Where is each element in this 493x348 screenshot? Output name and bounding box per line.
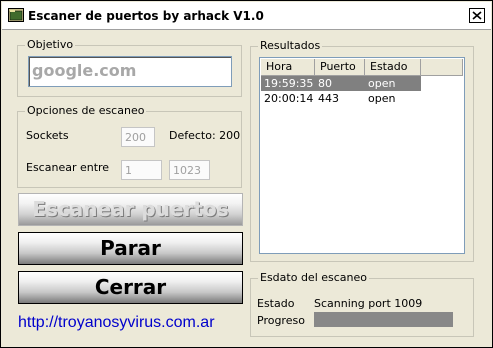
row-estado: open — [368, 92, 396, 105]
result-row[interactable]: 19:59:35 80 open — [261, 76, 421, 91]
folder-app-icon — [8, 8, 24, 22]
results-list[interactable]: Hora Puerto Estado 19:59:35 80 open 20:0… — [259, 57, 465, 254]
range-end-input[interactable] — [170, 162, 209, 179]
column-hora[interactable]: Hora — [261, 59, 315, 76]
stop-button[interactable]: Parar — [18, 232, 243, 265]
column-estado[interactable]: Estado — [365, 59, 421, 76]
window-title: Escaner de puertos by arhack V1.0 — [28, 9, 264, 23]
status-value: Scanning port 1009 — [314, 297, 423, 310]
row-puerto: 443 — [318, 92, 339, 105]
estado-group-label: Esdato del escaneo — [258, 271, 370, 284]
scan-range-label: Escanear entre — [26, 161, 110, 174]
scan-progress-bar — [314, 312, 453, 327]
close-icon — [472, 11, 482, 20]
close-button[interactable] — [469, 8, 485, 23]
column-puerto[interactable]: Puerto — [315, 59, 365, 76]
target-host-field[interactable] — [28, 56, 232, 87]
row-estado: open — [368, 77, 396, 90]
sockets-input[interactable] — [122, 129, 154, 146]
scan-ports-button[interactable]: Escanear puertos — [18, 193, 243, 226]
close-app-button[interactable]: Cerrar — [18, 271, 243, 304]
objetivo-label: Objetivo — [25, 38, 76, 51]
result-row[interactable]: 20:00:14 443 open — [261, 91, 421, 106]
resultados-label: Resultados — [258, 39, 323, 52]
column-filler — [421, 59, 463, 76]
progress-label: Progreso — [257, 314, 305, 327]
range-end-field[interactable] — [169, 160, 210, 180]
results-header: Hora Puerto Estado — [261, 59, 463, 76]
target-host-input[interactable] — [29, 57, 227, 84]
range-start-input[interactable] — [122, 162, 161, 179]
status-label: Estado — [257, 297, 295, 310]
range-start-field[interactable] — [121, 160, 162, 180]
sockets-label: Sockets — [26, 129, 69, 142]
sockets-field[interactable] — [121, 127, 155, 147]
website-link[interactable]: http://troyanosyvirus.com.ar — [18, 314, 215, 332]
row-hora: 19:59:35 — [264, 77, 314, 90]
app-window: Escaner de puertos by arhack V1.0 Objeti… — [0, 0, 493, 348]
row-puerto: 80 — [318, 77, 332, 90]
title-bar[interactable]: Escaner de puertos by arhack V1.0 — [2, 2, 491, 30]
opciones-label: Opciones de escaneo — [25, 104, 147, 117]
row-hora: 20:00:14 — [264, 92, 314, 105]
defecto-label: Defecto: 200 — [169, 129, 241, 142]
